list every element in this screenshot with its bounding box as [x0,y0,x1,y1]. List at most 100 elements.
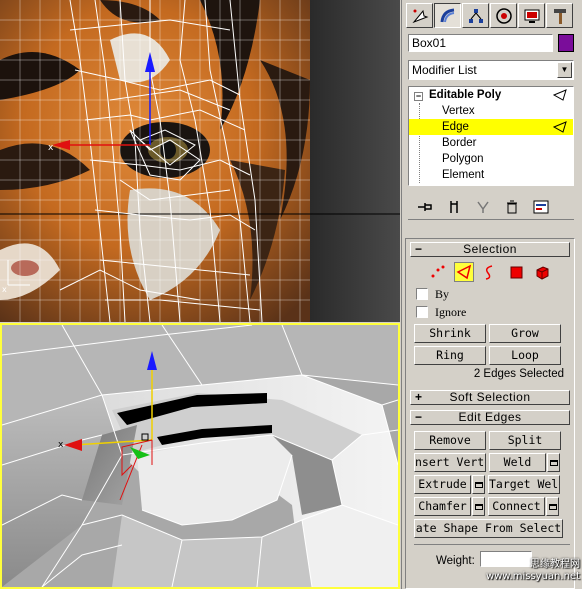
stack-item-border[interactable]: Border [409,135,573,151]
settings-icon [474,481,483,488]
element-level-button[interactable] [532,262,552,282]
object-name-field[interactable]: Box01 [408,34,553,52]
stack-item-element[interactable]: Element [409,167,573,183]
stack-item-label: Editable Poly [429,89,502,101]
make-unique-icon [477,201,489,213]
checkbox-label: Ignore [435,304,467,319]
collapse-icon: − [415,242,423,256]
object-color-swatch[interactable] [558,34,574,52]
pin-stack-button[interactable] [416,198,434,216]
rollout-title: Soft Selection [449,390,531,404]
modify-icon [440,8,454,22]
create-icon [411,9,428,23]
weld-button[interactable]: Weld [489,453,546,472]
chamfer-button[interactable]: Chamfer [414,497,471,516]
svg-text:x: x [48,143,54,153]
hierarchy-tab[interactable] [462,3,489,28]
configure-icon [533,200,549,213]
modifier-stack[interactable]: − Editable Poly Vertex Edge Border Polygo… [408,86,574,186]
configure-modifier-sets-button[interactable] [532,198,550,216]
front-viewport[interactable]: x x [0,0,400,322]
modifier-list-dropdown[interactable]: Modifier List ▼ [408,60,574,80]
by-vertex-option[interactable]: By [406,285,574,303]
edge-icon [456,264,472,280]
edge-level-button[interactable] [454,262,474,282]
border-level-button[interactable] [480,262,500,282]
stack-item-vertex[interactable]: Vertex [409,103,573,119]
svg-text:x: x [58,440,64,450]
target-weld-button[interactable]: Target Weld [488,475,560,494]
chamfer-settings-button[interactable] [472,497,485,516]
shaded-mesh: x [2,325,398,587]
show-end-result-icon [450,200,458,213]
modifier-list-label: Modifier List [412,63,477,77]
stack-item-editable-poly[interactable]: − Editable Poly [409,87,573,103]
shrink-button[interactable]: Shrink [414,324,486,343]
edit-edges-rollout-header[interactable]: − Edit Edges [410,410,570,425]
by-vertex-checkbox[interactable] [416,288,428,300]
rollout-title: Selection [463,242,517,256]
create-shape-from-selection-button[interactable]: ate Shape From Select [414,519,563,538]
checkbox-label: By [435,286,450,301]
stack-toolbar [408,194,574,220]
polygon-level-button[interactable] [506,262,526,282]
element-icon [536,266,549,280]
perspective-viewport[interactable]: x [0,323,400,589]
settings-icon [474,503,483,510]
stack-item-label: Edge [442,121,469,133]
display-tab[interactable] [518,3,545,28]
split-button[interactable]: Split [489,431,561,450]
trash-icon [507,200,517,213]
connect-settings-button[interactable] [546,497,559,516]
stack-item-label: Element [442,169,485,181]
watermark-line2: www.missyuan.net [485,571,580,582]
rollout-panel[interactable]: − Selection By Ignore Shrink Grow Ring L… [405,238,575,589]
ignore-backfacing-option[interactable]: Ignore [406,303,574,321]
extrude-settings-button[interactable] [472,475,485,494]
collapse-icon[interactable]: − [414,92,423,101]
weld-settings-button[interactable] [547,453,560,472]
edge-subobject-icon [553,121,567,133]
collapse-icon: − [415,410,423,424]
make-unique-button[interactable] [474,198,492,216]
remove-button[interactable]: Remove [414,431,486,450]
weight-label: Weight: [436,555,475,567]
command-panel-tabs [406,3,576,29]
hammer-icon [553,8,566,24]
edge-subobject-icon [553,89,567,101]
hierarchy-icon [468,8,483,23]
watermark-line1: 思缘教程网 [530,559,580,570]
grow-button[interactable]: Grow [489,324,561,343]
remove-modifier-button[interactable] [503,198,521,216]
vertex-level-button[interactable] [428,262,448,282]
selection-status: 2 Edges Selected [473,368,564,380]
settings-icon [549,459,558,466]
loop-button[interactable]: Loop [489,346,561,365]
connect-button[interactable]: Connect [488,497,545,516]
svg-text:x: x [2,285,7,294]
ignore-backfacing-checkbox[interactable] [416,306,428,318]
show-end-result-button[interactable] [445,198,463,216]
stack-item-label: Vertex [442,105,475,117]
tiger-texture-wireframe: x x [0,0,400,322]
insert-vertex-button[interactable]: nsert Verte [414,453,486,472]
extrude-button[interactable]: Extrude [414,475,471,494]
polygon-icon [510,266,523,279]
stack-item-polygon[interactable]: Polygon [409,151,573,167]
vertex-icon [431,265,445,278]
selection-rollout-header[interactable]: − Selection [410,242,570,257]
command-panel: Box01 Modifier List ▼ − Editable Poly Ver… [401,0,582,589]
stack-item-edge[interactable]: Edge [409,119,573,135]
chevron-down-icon[interactable]: ▼ [557,62,572,78]
ring-button[interactable]: Ring [414,346,486,365]
create-tab[interactable] [406,3,433,28]
expand-icon: + [415,390,423,404]
utilities-tab[interactable] [546,3,573,28]
soft-selection-rollout-header[interactable]: + Soft Selection [410,390,570,405]
motion-icon [495,7,512,24]
modify-tab[interactable] [434,3,461,28]
rollout-title: Edit Edges [458,410,522,424]
border-icon [485,265,493,280]
stack-item-label: Polygon [442,153,484,165]
motion-tab[interactable] [490,3,517,28]
